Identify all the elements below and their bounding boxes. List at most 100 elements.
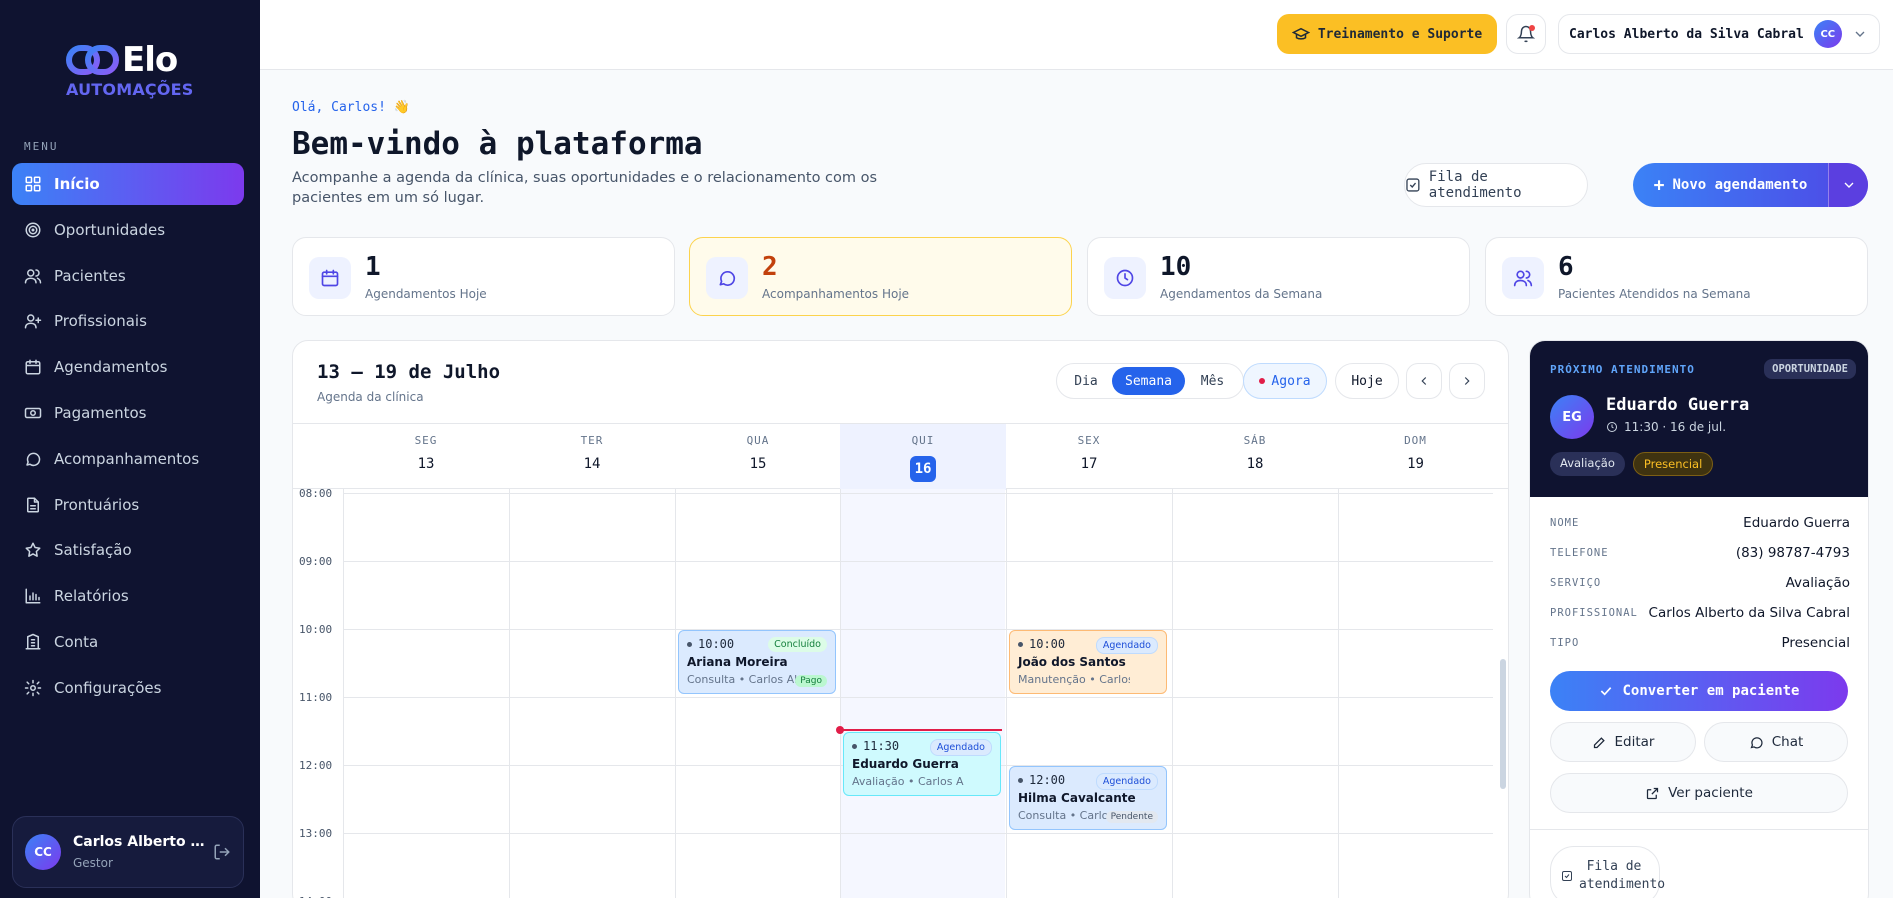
event-bullet (1018, 777, 1023, 783)
current-time-line (836, 726, 1002, 734)
day-name: DOM (1404, 434, 1427, 447)
sidebar-item-configuracoes[interactable]: Configurações (12, 667, 244, 709)
day-column-header[interactable]: DOM 19 (1338, 424, 1493, 490)
logo[interactable]: Elo AUTOMAÇÕES (66, 38, 196, 102)
event-status-badge: Agendado (1095, 773, 1158, 790)
calendar-scrollbar[interactable] (1500, 659, 1506, 789)
queue-button[interactable]: Fila de atendimento (1404, 163, 1588, 207)
event-details: Avaliação • Carlos Alberto ... (852, 775, 964, 788)
day-name: TER (580, 434, 604, 447)
sidebar: Elo AUTOMAÇÕES MENU Início Oportunidades P… (0, 0, 260, 898)
stat-card[interactable]: 1 Agendamentos Hoje (292, 237, 675, 316)
day-column-header[interactable]: SEG 13 (343, 424, 509, 490)
users-icon (1513, 270, 1533, 287)
calendar-event[interactable]: 10:00 Agendado João dos Santos Manutenção •… (1009, 630, 1167, 694)
new-appointment-button[interactable]: + Novo agendamento (1633, 163, 1868, 207)
sidebar-user-card[interactable]: CC Carlos Alberto da ... Gestor (12, 816, 244, 888)
logout-icon[interactable] (213, 843, 231, 861)
day-column-header[interactable]: QUA 15 (675, 424, 841, 490)
today-button[interactable]: Hoje (1335, 363, 1399, 399)
support-button[interactable]: Treinamento e Suporte (1277, 14, 1497, 54)
sidebar-item-pacientes[interactable]: Pacientes (12, 255, 244, 297)
view-patient-button[interactable]: Ver paciente (1550, 773, 1848, 813)
topbar: Treinamento e Suporte Carlos Alberto da … (260, 0, 1893, 70)
sidebar-item-satisfacao[interactable]: Satisfação (12, 529, 244, 571)
stat-card[interactable]: 6 Pacientes Atendidos na Semana (1485, 237, 1868, 316)
time-label: 09:00 (299, 555, 333, 568)
divider (1530, 829, 1868, 830)
chevron-down-icon (1855, 31, 1865, 37)
sidebar-item-label: Configurações (54, 678, 162, 697)
next-appointment-label: PRÓXIMO ATENDIMENTO (1550, 363, 1695, 376)
plus-icon: + (1653, 174, 1665, 196)
event-details: Consulta • Carlos Al... (687, 673, 799, 686)
view-tab[interactable]: Semana (1112, 367, 1185, 395)
chevron-right-icon (1464, 377, 1470, 385)
view-tab[interactable]: Dia (1060, 367, 1112, 395)
queue-button-secondary[interactable]: Fila de atendimento (1550, 846, 1665, 898)
convert-label: Converter em paciente (1622, 683, 1800, 699)
calendar-event[interactable]: 11:30 Agendado Eduardo Guerra Avaliação • C… (843, 732, 1001, 796)
stat-value: 6 (1558, 252, 1574, 282)
sidebar-item-label: Relatórios (54, 587, 129, 606)
info-row: TELEFONE (83) 98787-4793 (1550, 543, 1850, 563)
star-icon (25, 542, 41, 558)
sidebar-item-inicio[interactable]: Início (12, 163, 244, 205)
day-column-header[interactable]: SEX 17 (1006, 424, 1172, 490)
stat-label: Agendamentos da Semana (1160, 287, 1323, 301)
day-column-header[interactable]: QUI 16 (840, 424, 1006, 490)
user-menu-name: Carlos Alberto da Silva Cabral (1569, 26, 1804, 42)
now-label: Agora (1271, 373, 1311, 389)
sidebar-item-conta[interactable]: Conta (12, 621, 244, 663)
stat-label: Acompanhamentos Hoje (762, 287, 910, 301)
day-number: 17 (1080, 456, 1098, 472)
info-row: SERVIÇO Avaliação (1550, 573, 1850, 593)
view-tab[interactable]: Mês (1185, 367, 1240, 395)
day-number: 13 (417, 456, 435, 472)
sidebar-item-pagamentos[interactable]: Pagamentos (12, 392, 244, 434)
greeting: Olá, Carlos! 👋 (292, 100, 410, 115)
sidebar-item-prontuarios[interactable]: Prontuários (12, 484, 244, 526)
sidebar-item-oportunidades[interactable]: Oportunidades (12, 209, 244, 251)
pencil-icon (1593, 736, 1605, 748)
opportunity-badge: OPORTUNIDADE (1764, 359, 1856, 379)
sidebar-item-agendamentos[interactable]: Agendamentos (12, 346, 244, 388)
new-appointment-dropdown[interactable] (1828, 163, 1868, 207)
event-time: 10:00 (698, 637, 735, 651)
edit-button[interactable]: Editar (1550, 722, 1696, 762)
chat-icon (719, 270, 736, 286)
notifications-button[interactable] (1506, 14, 1546, 54)
sidebar-item-profissionais[interactable]: Profissionais (12, 300, 244, 342)
view-patient-label: Ver paciente (1668, 785, 1753, 801)
day-column-header[interactable]: SÁB 18 (1172, 424, 1338, 490)
stat-value: 10 (1160, 252, 1192, 282)
prev-week-button[interactable] (1406, 363, 1442, 399)
service-tag: Avaliação (1550, 452, 1625, 476)
calendar-icon (25, 359, 41, 375)
hour-line (343, 493, 1493, 494)
convert-patient-button[interactable]: Converter em paciente (1550, 671, 1848, 711)
event-status-badge: Concluído (768, 637, 827, 652)
stat-card[interactable]: 2 Acompanhamentos Hoje (689, 237, 1072, 316)
sidebar-item-label: Pacientes (54, 266, 126, 285)
calendar-range: 13 – 19 de Julho (317, 361, 501, 383)
day-column-header[interactable]: TER 14 (509, 424, 675, 490)
stat-value: 1 (365, 252, 381, 282)
calendar-event[interactable]: 10:00 Concluído Ariana Moreira Consulta • C… (678, 630, 836, 694)
next-week-button[interactable] (1449, 363, 1485, 399)
user-menu[interactable]: Carlos Alberto da Silva Cabral CC (1558, 14, 1880, 54)
calendar-event[interactable]: 12:00 Agendado Hilma Cavalcante Consulta • … (1009, 766, 1167, 830)
day-divider (1006, 489, 1007, 898)
calendar-grid: 08:0009:0010:0011:0012:0013:0014:0010:00… (293, 487, 1508, 898)
chat-button[interactable]: Chat (1704, 722, 1848, 762)
day-name: QUA (746, 434, 770, 447)
next-time-text: 11:30 · 16 de jul. (1624, 420, 1727, 434)
sidebar-item-acompanhamentos[interactable]: Acompanhamentos (12, 438, 244, 480)
sidebar-item-relatorios[interactable]: Relatórios (12, 575, 244, 617)
stat-card[interactable]: 10 Agendamentos da Semana (1087, 237, 1470, 316)
sidebar-item-label: Início (54, 175, 100, 193)
now-button[interactable]: Agora (1243, 363, 1327, 399)
next-time: 11:30 · 16 de jul. (1606, 420, 1726, 434)
day-name: SEX (1077, 434, 1101, 447)
time-label: 13:00 (299, 827, 333, 840)
